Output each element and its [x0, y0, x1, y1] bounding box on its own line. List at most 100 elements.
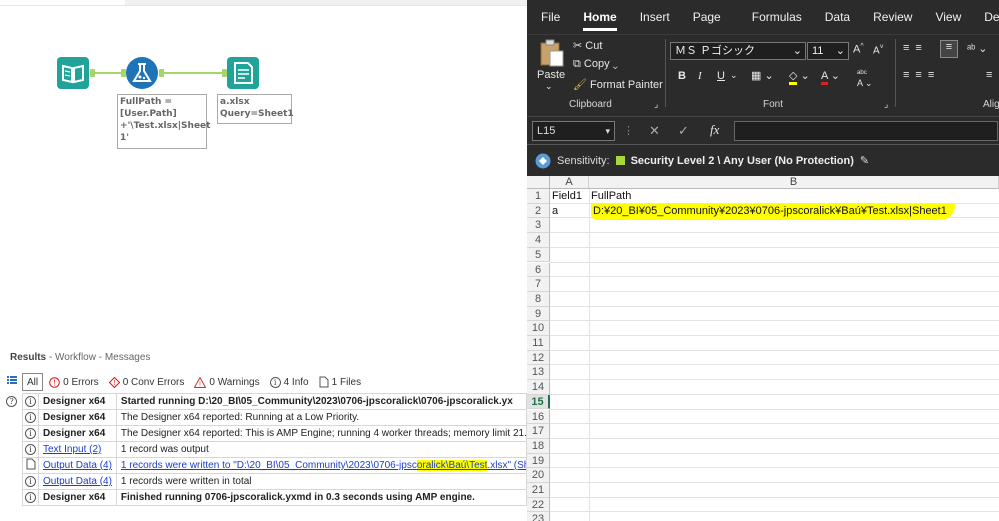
row-header-11[interactable]: 11 — [527, 336, 550, 351]
gridline — [550, 202, 999, 204]
row-header-5[interactable]: 5 — [527, 247, 550, 263]
results-row[interactable]: i Designer x64 The Designer x64 reported: … — [22, 409, 527, 426]
pencil-icon[interactable]: ✎ — [860, 154, 869, 167]
info-icon: i — [269, 376, 281, 388]
results-tool-cell[interactable]: Output Data (4) — [38, 473, 117, 490]
font-name-select[interactable]: ＭＳ Ｐゴシック ⌄ — [670, 42, 806, 60]
clipboard-launcher-icon[interactable]: ⌟ — [654, 99, 658, 110]
insert-function-icon[interactable]: fx — [710, 122, 719, 138]
formula-tool[interactable] — [126, 57, 158, 89]
select-all-corner[interactable] — [527, 176, 550, 189]
results-row[interactable]: i Designer x64 Finished running 0706-jpsco… — [22, 489, 527, 506]
tab-files[interactable]: 1 Files — [315, 373, 365, 391]
fill-color-icon[interactable]: ◇ ⌄ — [789, 69, 810, 85]
tab-conv-errors[interactable]: ! 0 Conv Errors — [105, 373, 189, 391]
text-input-tool[interactable] — [57, 57, 89, 89]
bold-button[interactable]: B — [678, 70, 686, 82]
italic-button[interactable]: I — [698, 70, 702, 82]
row-header-10[interactable]: 10 — [527, 321, 550, 336]
name-box[interactable]: L15 ▾ — [532, 121, 615, 141]
row-header-7[interactable]: 7 — [527, 277, 550, 292]
row-header-1[interactable]: 1 — [527, 189, 550, 204]
results-row[interactable]: i Designer x64 Started running D:\20_BI\05… — [22, 393, 527, 410]
results-row[interactable]: i Output Data (4) 1 records were written i… — [22, 473, 527, 490]
menu-tab-review[interactable]: Review — [858, 0, 920, 34]
results-tool-cell[interactable]: Output Data (4) — [38, 457, 117, 474]
row-header-6[interactable]: 6 — [527, 262, 550, 278]
menu-tab-insert[interactable]: Insert — [625, 0, 678, 34]
underline-button[interactable]: U — [717, 70, 725, 82]
results-row[interactable]: i Designer x64 The Designer x64 reported: … — [22, 425, 527, 442]
increase-font-icon[interactable]: A^ — [853, 43, 864, 56]
borders-icon[interactable]: ▦ ⌄ — [751, 69, 774, 82]
menu-tab-formulas[interactable]: Formulas — [737, 0, 810, 34]
phonetic-icon[interactable]: ᵃᵇᶜ A ⌄ — [857, 68, 873, 89]
clipboard-icon — [540, 39, 564, 67]
decrease-font-icon[interactable]: A˅ — [873, 44, 884, 56]
vertical-align-icons[interactable]: ≡≡ — [903, 42, 928, 54]
menu-tab-data[interactable]: Data — [810, 0, 858, 34]
row-header-23[interactable]: 23 — [527, 512, 550, 521]
row-header-18[interactable]: 18 — [527, 438, 550, 454]
enter-icon[interactable]: ✓ — [678, 123, 689, 139]
results-tool-cell[interactable]: Text Input (2) — [38, 441, 117, 458]
column-header-a[interactable]: A — [550, 176, 589, 189]
menu-tab-home[interactable]: Home — [568, 0, 624, 34]
results-row[interactable]: i Text Input (2) 1 record was output — [22, 441, 527, 458]
row-header-22[interactable]: 22 — [527, 497, 550, 513]
menu-tab-page-layout[interactable]: Page Layout — [678, 0, 737, 58]
row-header-15[interactable]: 15 — [527, 394, 550, 410]
results-message-cell[interactable]: 1 records were written to "D:\20_BI\05_C… — [115, 457, 527, 474]
tab-all[interactable]: All — [22, 373, 44, 391]
help-icon[interactable]: ? — [6, 396, 17, 407]
svg-text:!: ! — [113, 380, 115, 387]
row-header-20[interactable]: 20 — [527, 468, 550, 483]
paste-button[interactable]: Paste ⌄ — [537, 39, 567, 95]
column-header-b[interactable]: B — [589, 176, 999, 189]
cancel-icon[interactable]: ✕ — [649, 123, 660, 139]
cut-button[interactable]: ✂ Cut — [573, 39, 602, 52]
row-header-16[interactable]: 16 — [527, 409, 550, 425]
cell-a1[interactable]: Field1 — [552, 189, 582, 203]
row-header-14[interactable]: 14 — [527, 380, 550, 395]
formula-input[interactable] — [734, 121, 998, 141]
cell-b1[interactable]: FullPath — [591, 189, 631, 203]
row-header-2[interactable]: 2 — [527, 203, 550, 219]
gridline — [550, 393, 999, 395]
font-color-icon[interactable]: A ⌄ — [821, 69, 840, 85]
gridline — [550, 437, 999, 439]
font-size-select[interactable]: 11 ⌄ — [807, 42, 849, 60]
cell-b2[interactable]: D:¥20_BI¥05_Community¥2023¥0706-jpscoral… — [591, 204, 955, 220]
output-data-tool[interactable] — [227, 57, 259, 89]
tab-warnings[interactable]: ! 0 Warnings — [190, 373, 263, 391]
bottom-align-icon[interactable]: ≡ — [940, 40, 958, 58]
row-header-19[interactable]: 19 — [527, 453, 550, 469]
row-header-4[interactable]: 4 — [527, 233, 550, 248]
horizontal-align-icons[interactable]: ≡≡≡ — [903, 69, 940, 81]
row-header-3[interactable]: 3 — [527, 218, 550, 234]
font-launcher-icon[interactable]: ⌟ — [884, 99, 888, 110]
row-header-17[interactable]: 17 — [527, 424, 550, 439]
menu-tab-file[interactable]: File — [527, 0, 568, 34]
row-header-8[interactable]: 8 — [527, 291, 550, 307]
tab-errors[interactable]: ! 0 Errors — [45, 373, 103, 391]
worksheet-grid[interactable]: A B Field1 FullPath a D:¥20_BI¥05_Commun… — [527, 176, 999, 521]
ribbon-tabs: FileHomeInsertPage LayoutFormulasDataRev… — [527, 0, 999, 58]
row-header-21[interactable]: 21 — [527, 483, 550, 498]
orientation-icon[interactable]: ᵃᵇ ⌄ — [967, 42, 988, 55]
copy-button[interactable]: ⧉ Copy ⌄ — [573, 58, 618, 71]
menu-tab-develo[interactable]: Develo — [969, 0, 999, 34]
gridline — [550, 290, 999, 292]
sensitivity-value[interactable]: Security Level 2 \ Any User (No Protecti… — [631, 155, 854, 167]
tab-info[interactable]: i 4 Info — [266, 373, 313, 391]
row-header-9[interactable]: 9 — [527, 306, 550, 322]
indent-icon[interactable]: ≡ — [986, 69, 992, 81]
workflow-canvas[interactable]: FullPath = [User.Path] +'\Test.xlsx|Shee… — [0, 6, 527, 344]
row-header-13[interactable]: 13 — [527, 365, 550, 381]
menu-tab-view[interactable]: View — [920, 0, 969, 34]
results-row[interactable]: Output Data (4) 1 records were written to… — [22, 457, 527, 474]
format-painter-button[interactable]: 🖌 Format Painter — [573, 78, 663, 91]
list-icon — [7, 376, 17, 384]
cell-a2[interactable]: a — [552, 204, 558, 218]
row-header-12[interactable]: 12 — [527, 350, 550, 366]
